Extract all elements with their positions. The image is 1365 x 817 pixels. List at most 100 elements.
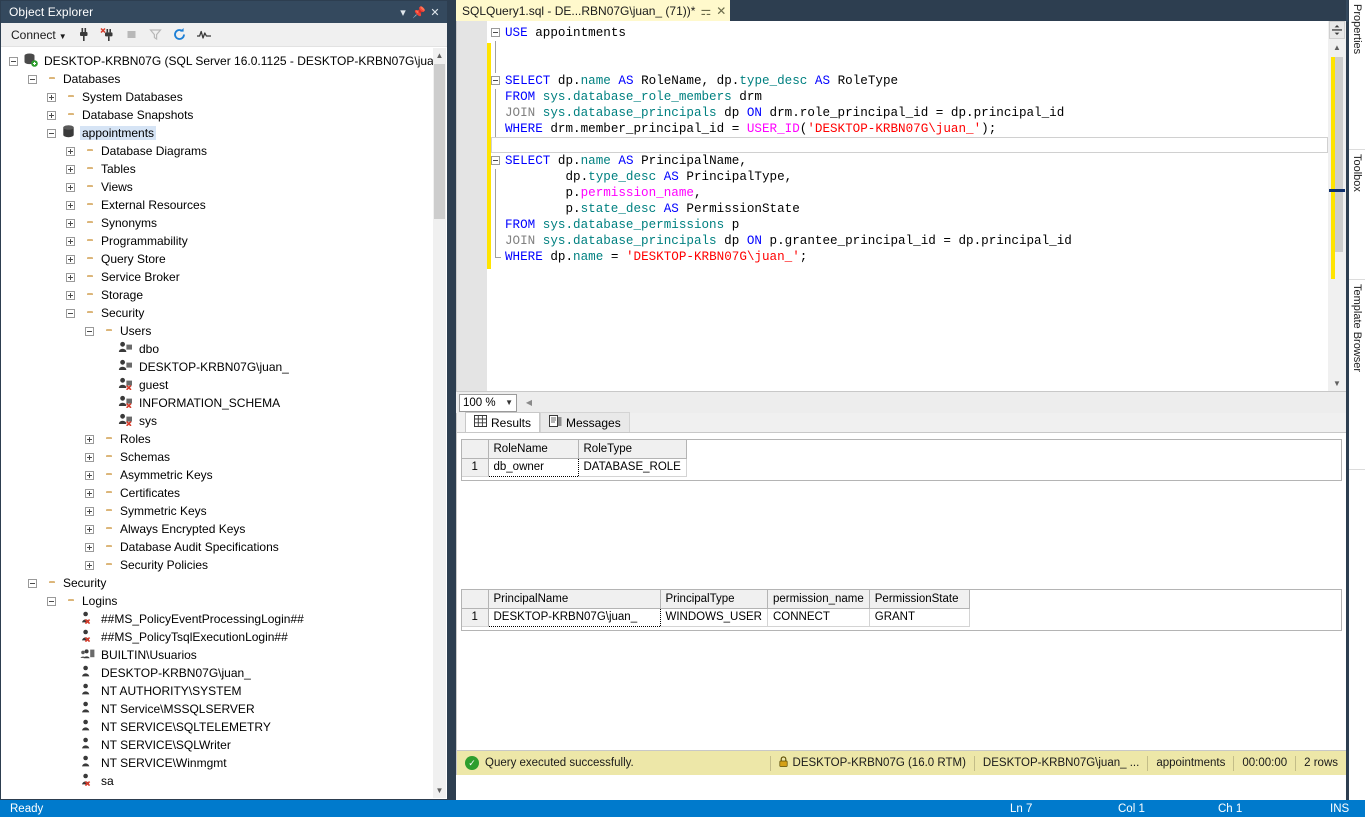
expand-icon[interactable] — [65, 254, 76, 265]
grid-corner-cell[interactable] — [462, 590, 489, 609]
tree-node[interactable]: System Databases — [2, 88, 433, 106]
grid-cell[interactable]: DESKTOP-KRBN07G\juan_ — [487, 607, 661, 627]
close-icon[interactable]: ✕ — [427, 6, 443, 19]
grid-cell[interactable]: db_owner — [487, 457, 579, 477]
grid-column-header[interactable]: permission_name — [767, 590, 870, 609]
expand-icon[interactable] — [46, 92, 57, 103]
sql-code[interactable]: USE appointments SELECT dp.name AS RoleNa… — [491, 25, 1328, 391]
tree-node[interactable]: Views — [2, 178, 433, 196]
collapse-icon[interactable] — [491, 76, 500, 85]
tree-node[interactable]: guest — [2, 376, 433, 394]
tree-node[interactable]: appointments — [2, 124, 433, 142]
tree-node[interactable]: ##MS_PolicyTsqlExecutionLogin## — [2, 628, 433, 646]
grid-column-header[interactable]: RoleName — [488, 440, 579, 459]
tree-node[interactable]: Roles — [2, 430, 433, 448]
row-number-cell[interactable]: 1 — [462, 458, 489, 477]
tree-node[interactable]: Schemas — [2, 448, 433, 466]
tree-node[interactable]: DESKTOP-KRBN07G\juan_ — [2, 664, 433, 682]
scrollbar-thumb[interactable] — [1335, 57, 1343, 252]
expand-icon[interactable] — [65, 290, 76, 301]
tree-node[interactable]: NT AUTHORITY\SYSTEM — [2, 682, 433, 700]
grid-corner-cell[interactable] — [462, 440, 489, 459]
connect-icon[interactable] — [73, 25, 95, 45]
tree-node[interactable]: External Resources — [2, 196, 433, 214]
tree-node[interactable]: dbo — [2, 340, 433, 358]
collapse-icon[interactable] — [46, 596, 57, 607]
pin-icon[interactable]: 📌 — [411, 6, 427, 19]
grid-column-header[interactable]: RoleType — [578, 440, 687, 459]
scroll-down-icon[interactable]: ▼ — [433, 783, 446, 798]
object-explorer-tree[interactable]: DESKTOP-KRBN07G (SQL Server 16.0.1125 - … — [2, 48, 433, 798]
grid-cell[interactable]: GRANT — [869, 608, 970, 627]
scroll-left-icon[interactable]: ◀ — [521, 394, 537, 412]
tree-node[interactable]: BUILTIN\Usuarios — [2, 646, 433, 664]
tree-node[interactable]: Logins — [2, 592, 433, 610]
grid-cell[interactable]: DATABASE_ROLE — [578, 458, 687, 477]
expand-icon[interactable] — [65, 200, 76, 211]
tree-node[interactable]: Always Encrypted Keys — [2, 520, 433, 538]
expand-icon[interactable] — [84, 470, 95, 481]
grid-column-header[interactable]: PrincipalName — [488, 590, 661, 609]
tree-node[interactable]: Storage — [2, 286, 433, 304]
tree-node[interactable]: Service Broker — [2, 268, 433, 286]
tree-node[interactable]: Tables — [2, 160, 433, 178]
expand-icon[interactable] — [84, 452, 95, 463]
tree-node[interactable]: Database Snapshots — [2, 106, 433, 124]
collapse-icon[interactable] — [491, 28, 500, 37]
tree-node[interactable]: ##MS_PolicyEventProcessingLogin## — [2, 610, 433, 628]
tree-node[interactable]: INFORMATION_SCHEMA — [2, 394, 433, 412]
disconnect-icon[interactable] — [97, 25, 119, 45]
tree-node[interactable]: NT SERVICE\SQLWriter — [2, 736, 433, 754]
vertical-tab-template-browser[interactable]: Template Browser — [1349, 280, 1365, 470]
tree-node[interactable]: Databases — [2, 70, 433, 88]
pin-icon[interactable]: ⚎ — [700, 4, 711, 18]
expand-icon[interactable] — [84, 542, 95, 553]
grid-column-header[interactable]: PermissionState — [869, 590, 970, 609]
close-icon[interactable]: ✕ — [716, 4, 726, 18]
tree-node[interactable]: Certificates — [2, 484, 433, 502]
vertical-tab-toolbox[interactable]: Toolbox — [1349, 150, 1365, 280]
editor-vertical-scrollbar[interactable]: ▲ ▼ — [1328, 21, 1346, 391]
expand-icon[interactable] — [46, 110, 57, 121]
tree-node[interactable]: Database Diagrams — [2, 142, 433, 160]
scroll-down-icon[interactable]: ▼ — [1328, 375, 1346, 391]
row-number-cell[interactable]: 1 — [462, 608, 489, 627]
results-grid-1[interactable]: RoleName RoleType 1 db_owner DATABASE_ROLE — [461, 439, 1342, 481]
chevron-down-icon[interactable]: ▾ — [395, 6, 411, 19]
collapse-icon[interactable] — [46, 128, 57, 139]
tree-node[interactable]: sys — [2, 412, 433, 430]
expand-icon[interactable] — [65, 272, 76, 283]
collapse-icon[interactable] — [8, 56, 19, 67]
tree-node[interactable]: Security — [2, 574, 433, 592]
tree-node[interactable]: NT Service\MSSQLSERVER — [2, 700, 433, 718]
tree-node[interactable]: Security Policies — [2, 556, 433, 574]
scrollbar-thumb[interactable] — [434, 64, 445, 219]
zoom-level-select[interactable]: 100 % ▼ — [459, 393, 517, 412]
scroll-up-icon[interactable]: ▲ — [1328, 39, 1346, 55]
tree-node[interactable]: Programmability — [2, 232, 433, 250]
tree-node[interactable]: Database Audit Specifications — [2, 538, 433, 556]
tree-node[interactable]: DESKTOP-KRBN07G\juan_ — [2, 358, 433, 376]
refresh-icon[interactable] — [169, 25, 191, 45]
tree-node[interactable]: Security — [2, 304, 433, 322]
split-editor-icon[interactable] — [1329, 21, 1345, 39]
expand-icon[interactable] — [84, 488, 95, 499]
tree-node[interactable]: NT SERVICE\Winmgmt — [2, 754, 433, 772]
grid-cell[interactable]: WINDOWS_USER — [660, 608, 768, 627]
collapse-icon[interactable] — [65, 308, 76, 319]
collapse-icon[interactable] — [27, 74, 38, 85]
tab-results[interactable]: Results — [465, 412, 541, 432]
collapse-icon[interactable] — [27, 578, 38, 589]
expand-icon[interactable] — [65, 164, 76, 175]
tree-node[interactable]: Synonyms — [2, 214, 433, 232]
horizontal-scrollbar-track[interactable] — [537, 393, 1346, 412]
grid-column-header[interactable]: PrincipalType — [660, 590, 768, 609]
scroll-up-icon[interactable]: ▲ — [433, 48, 446, 63]
expand-icon[interactable] — [84, 560, 95, 571]
collapse-icon[interactable] — [491, 156, 500, 165]
object-explorer-scrollbar[interactable]: ▲ ▼ — [433, 48, 446, 798]
expand-icon[interactable] — [84, 434, 95, 445]
tree-node[interactable]: Asymmetric Keys — [2, 466, 433, 484]
grid-cell[interactable]: CONNECT — [767, 608, 870, 627]
tree-node[interactable]: NT SERVICE\SQLTELEMETRY — [2, 718, 433, 736]
